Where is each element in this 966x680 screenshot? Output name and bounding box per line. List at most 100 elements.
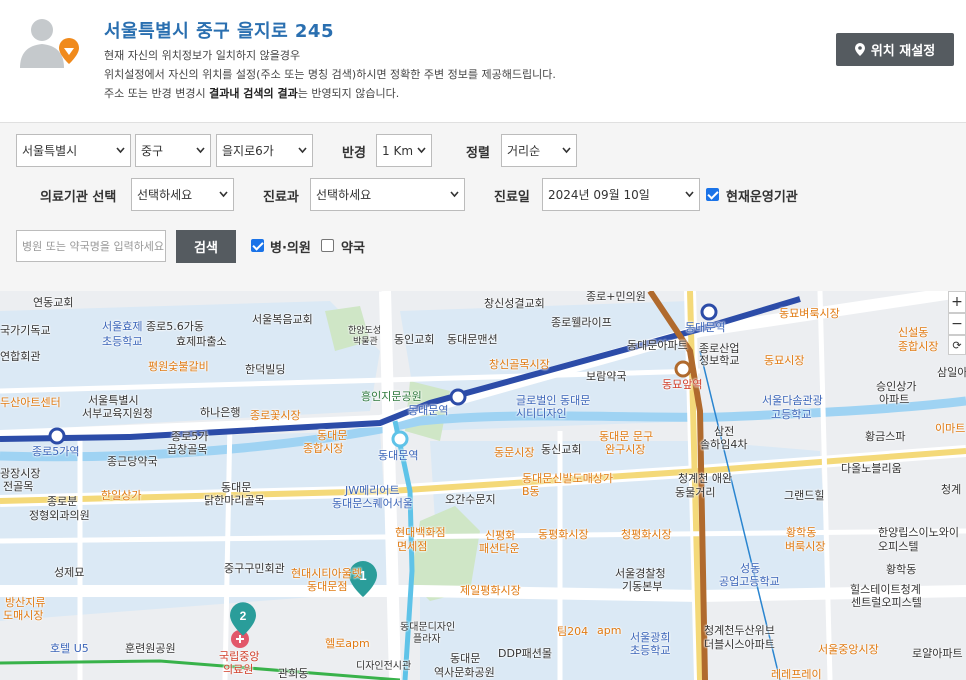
map-label: 흥인지문공원 xyxy=(361,390,422,403)
map-label: 동묘시장 xyxy=(764,354,805,367)
map-label: 박물관 xyxy=(353,337,378,347)
map-label: 동대문역 xyxy=(408,404,449,417)
dong-value: 을지로6가 xyxy=(222,144,274,158)
map-label: 디자인전시관 xyxy=(356,661,412,672)
reset-location-label: 위치 재설정 xyxy=(870,44,936,59)
sort-select[interactable]: 거리순 xyxy=(501,134,577,167)
radius-value: 1 Km xyxy=(382,143,414,158)
search-button[interactable]: 검색 xyxy=(176,230,236,263)
map-label: DDP패션몰 xyxy=(498,647,552,660)
map-label: 동신교회 xyxy=(541,443,582,456)
map-label: 로얄아파트 xyxy=(912,647,963,660)
desc-line-1: 현재 자신의 위치정보가 일치하지 않을경우 xyxy=(104,49,301,62)
chevron-down-icon xyxy=(219,191,228,198)
map-label: 중구구민회관 xyxy=(224,562,285,575)
map-label: 동문시장 xyxy=(494,446,535,459)
map-refresh-icon[interactable]: ⟳ xyxy=(948,335,966,355)
map-label: 동대문스퀘어서울 xyxy=(332,497,413,510)
sido-select[interactable]: 서울특별시 xyxy=(16,134,131,167)
map-label: apm xyxy=(597,624,622,637)
search-input[interactable]: 병원 또는 약국명을 입력하세요 xyxy=(16,230,166,262)
map-label: 동대문점 xyxy=(307,580,348,593)
map-label: 하나은행 xyxy=(200,406,241,419)
map-label: 서울중앙시장 xyxy=(818,643,879,656)
institution-select[interactable]: 선택하세요 xyxy=(131,178,234,211)
map-label: 종로5.6가동 xyxy=(146,320,204,333)
map-label: 청계천 애완 xyxy=(678,472,733,485)
location-pin-icon xyxy=(854,43,865,56)
map-label: 광장시장 xyxy=(0,467,41,480)
department-select[interactable]: 선택하세요 xyxy=(310,178,465,211)
institution-value: 선택하세요 xyxy=(137,188,193,202)
map-label: 오피스텔 xyxy=(878,540,919,553)
map-label: 훈련원공원 xyxy=(125,642,176,655)
map-label: 동대문 xyxy=(221,481,252,494)
map-label: 팀204 xyxy=(557,625,589,638)
zoom-in-button[interactable]: + xyxy=(948,291,966,313)
map-label: 의료원 xyxy=(223,663,254,676)
operating-checkbox[interactable] xyxy=(706,188,719,201)
map-label: 성동 xyxy=(740,562,761,575)
map-label: 동대문아파트 xyxy=(627,339,688,352)
map-label: 창신성결교회 xyxy=(484,297,545,310)
radius-select[interactable]: 1 Km xyxy=(376,134,432,167)
sort-label: 정렬 xyxy=(466,146,490,161)
map-label: 현대백화점 xyxy=(395,526,446,539)
map-label: 서울복음교회 xyxy=(252,313,313,326)
date-value: 2024년 09월 10일 xyxy=(548,188,650,202)
dong-select[interactable]: 을지로6가 xyxy=(216,134,313,167)
location-description: 현재 자신의 위치정보가 일치하지 않을경우 위치설정에서 자신의 위치를 설정… xyxy=(104,46,556,103)
map-label: 방산지류 xyxy=(5,596,46,609)
map-label: 황학동 xyxy=(886,563,917,576)
map-label: 종로5가역 xyxy=(32,445,80,458)
zoom-out-button[interactable]: − xyxy=(948,313,966,335)
map-label: 삼전 xyxy=(714,425,735,438)
hospital-checkbox[interactable] xyxy=(251,239,264,252)
department-label: 진료과 xyxy=(263,190,299,205)
map-label: 효제파출소 xyxy=(176,335,227,348)
map-label: 서울다솜관광 xyxy=(762,394,823,407)
map-label: 서울광희 xyxy=(630,631,671,644)
map-label: 시티디자인 xyxy=(516,407,567,420)
map-label: 창신골목시장 xyxy=(489,358,550,371)
map-label: 그랜드힐 xyxy=(784,489,825,502)
chevron-down-icon xyxy=(562,147,571,154)
map-label: 삼일아 xyxy=(937,366,966,379)
map-label: 신설동 xyxy=(898,326,929,339)
gu-select[interactable]: 중구 xyxy=(135,134,211,167)
pharmacy-label: 약국 xyxy=(341,241,365,256)
map-label: 동인교회 xyxy=(394,333,435,346)
date-select[interactable]: 2024년 09월 10일 xyxy=(542,178,700,211)
reset-location-button[interactable]: 위치 재설정 xyxy=(836,33,954,66)
map-label: 공업고등학교 xyxy=(719,575,780,588)
map-label: 전골목 xyxy=(3,480,34,493)
map-label: 더블시스아파트 xyxy=(704,638,775,651)
map-label: 동물거리 xyxy=(675,486,716,499)
institution-label: 의료기관 선택 xyxy=(40,190,117,205)
map-label: 동대문맨션 xyxy=(447,333,498,346)
department-value: 선택하세요 xyxy=(316,188,372,202)
map-label: 신평화 xyxy=(485,529,516,542)
map-label: 동묘벼룩시장 xyxy=(779,307,840,320)
map-label: 동평화시장 xyxy=(538,528,589,541)
map-label: 정형외과의원 xyxy=(29,509,90,522)
desc-line-3-post: 는 반영되지 않습니다. xyxy=(297,87,400,100)
radius-label: 반경 xyxy=(342,146,366,161)
map-marker-2[interactable]: 2 xyxy=(230,602,256,636)
map-view[interactable]: 1 2 + − ⟳ 연동교회 창신성결교회 동묘벼룩시장 서울효제 초등학교 종… xyxy=(0,291,966,680)
svg-text:2: 2 xyxy=(240,609,247,623)
hospital-label: 병·의원 xyxy=(270,241,311,256)
map-label: 연합회관 xyxy=(0,350,41,363)
map-label: 고등학교 xyxy=(771,408,812,421)
map-label: 보람약국 xyxy=(586,370,627,383)
map-label: 다올노블리움 xyxy=(841,462,902,475)
current-address: 서울특별시 중구 을지로 245 xyxy=(104,21,334,42)
map-label: 서울특별시 xyxy=(88,394,139,407)
search-placeholder: 병원 또는 약국명을 입력하세요 xyxy=(22,240,165,253)
chevron-down-icon xyxy=(685,191,694,198)
map-label: JW메리어트 xyxy=(345,484,400,497)
map-label: 국립중앙 xyxy=(219,650,260,663)
pharmacy-checkbox[interactable] xyxy=(321,239,334,252)
map-label: 플라자 xyxy=(413,634,441,645)
map-label: 벼룩시장 xyxy=(785,540,826,553)
